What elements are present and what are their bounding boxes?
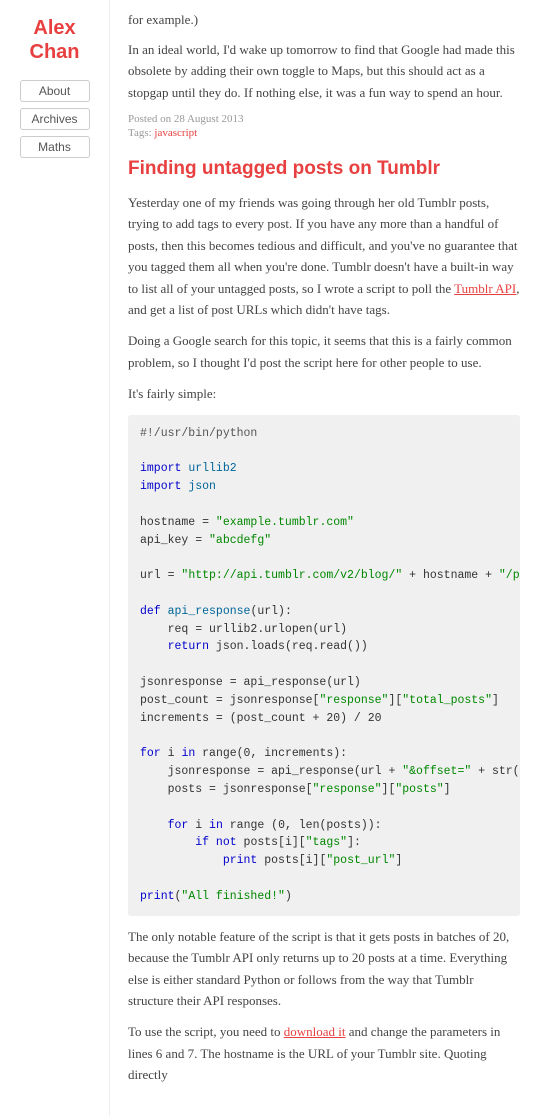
first-post-date: Posted on 28 August 2013 xyxy=(128,113,520,125)
code-block: #!/usr/bin/python import urllib2 import … xyxy=(128,415,520,916)
second-post-body4: The only notable feature of the script i… xyxy=(128,926,520,1012)
second-post-body5: To use the script, you need to download … xyxy=(128,1021,520,1085)
second-post-body2: Doing a Google search for this topic, it… xyxy=(128,330,520,373)
second-post-body1: Yesterday one of my friends was going th… xyxy=(128,192,520,321)
first-post-tags: Tags: javascript xyxy=(128,127,520,139)
second-post-body3: It's fairly simple: xyxy=(128,383,520,404)
main-content: for example.) In an ideal world, I'd wak… xyxy=(110,0,538,1116)
first-post-body: In an ideal world, I'd wake up tomorrow … xyxy=(128,39,520,103)
blog-title: Alex Chan xyxy=(10,16,99,64)
tag-javascript[interactable]: javascript xyxy=(154,127,197,139)
tumblr-api-link[interactable]: Tumblr API xyxy=(454,281,516,296)
intro-text: for example.) xyxy=(128,10,520,31)
nav-archives[interactable]: Archives xyxy=(20,108,90,130)
download-link[interactable]: download it xyxy=(284,1024,346,1039)
tags-label: Tags: xyxy=(128,127,154,139)
sidebar: Alex Chan About Archives Maths xyxy=(0,0,110,1116)
second-post-title: Finding untagged posts on Tumblr xyxy=(128,157,520,182)
nav-maths[interactable]: Maths xyxy=(20,136,90,158)
nav-about[interactable]: About xyxy=(20,80,90,102)
